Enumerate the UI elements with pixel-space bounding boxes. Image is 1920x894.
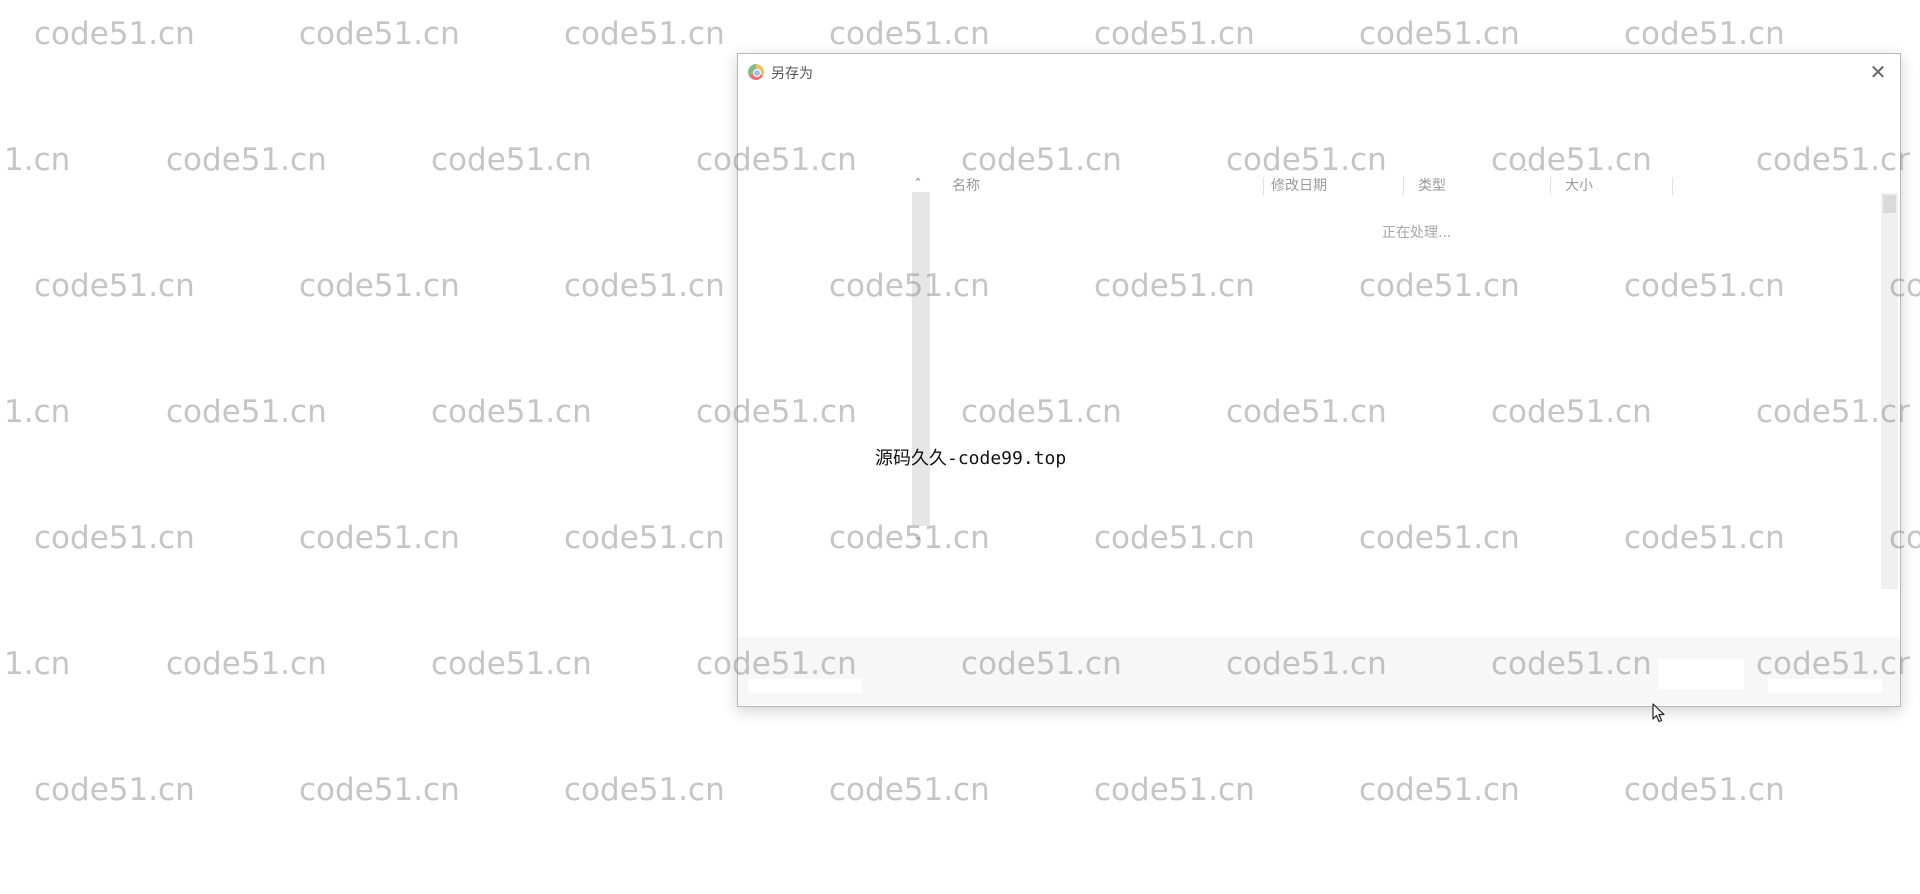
watermark: 1.cn [4,394,71,430]
watermark: code51.cn [829,16,990,52]
watermark: code51.cn [564,268,725,304]
watermark: code51.cn [34,520,195,556]
save-as-dialog: 另存为 ✕ ⌃ ⌄ 名称 ⌃ 修改日期 类型 大小 正在处理... [737,53,1901,707]
watermark: code51.cn [299,520,460,556]
watermark: code51.cn [34,16,195,52]
watermark: code51.cn [299,16,460,52]
column-divider[interactable] [1263,177,1264,195]
file-list-scrollbar[interactable] [1881,193,1898,589]
screen: 另存为 ✕ ⌃ ⌄ 名称 ⌃ 修改日期 类型 大小 正在处理... code51… [0,0,1920,894]
watermark: 1.cn [4,646,71,682]
watermark: code51.cn [564,520,725,556]
watermark: code51.cn [166,646,327,682]
watermark: code51.cn [564,16,725,52]
column-header-name[interactable]: 名称 [952,175,980,197]
scroll-up-icon[interactable]: ⌃ [910,176,926,190]
file-list-header: 名称 ⌃ 修改日期 类型 大小 [952,168,1673,197]
watermark: code51.cn [166,394,327,430]
watermark: code51.cn [166,142,327,178]
column-divider[interactable] [1550,177,1551,195]
watermark: code51.cn [299,772,460,808]
watermark: code51.cn [1094,16,1255,52]
watermark: code51.cn [1359,16,1520,52]
scrollbar-thumb[interactable] [912,192,930,526]
sort-chevron-icon: ⌃ [1521,168,1530,179]
dialog-footer [738,637,1900,705]
watermark: code51.cn [829,772,990,808]
chrome-icon [748,64,764,80]
scrollbar-thumb[interactable] [1883,195,1896,213]
dialog-title: 另存为 [771,66,813,82]
scroll-down-icon[interactable]: ⌄ [910,530,926,544]
watermark: code51.cn [1094,772,1255,808]
hide-folders-toggle[interactable] [748,679,862,693]
watermark: code51.cn [1624,16,1785,52]
watermark: code51.cn [1624,772,1785,808]
dialog-titlebar[interactable]: 另存为 ✕ [738,54,1900,90]
column-header-size[interactable]: 大小 [1565,175,1593,197]
watermark: code51.cn [299,268,460,304]
close-button[interactable]: ✕ [1864,58,1892,86]
loading-status: 正在处理... [1382,225,1452,241]
overlay-caption: 源码久久-code99.top [875,448,1067,469]
nav-pane-scrollbar[interactable]: ⌃ ⌄ [910,176,930,556]
watermark: code51.cn [564,772,725,808]
watermark: code51.cn [34,268,195,304]
column-header-modified[interactable]: 修改日期 [1271,175,1327,197]
watermark: code51.cn [431,394,592,430]
watermark: 1.cn [4,142,71,178]
mouse-pointer-icon [1652,703,1665,723]
watermark: code51.cn [431,142,592,178]
watermark: code51.cn [1359,772,1520,808]
column-divider[interactable] [1672,177,1673,195]
watermark: code51.cn [34,772,195,808]
cancel-button[interactable] [1768,679,1882,693]
save-button[interactable] [1658,659,1744,689]
watermark: code51.cn [431,646,592,682]
column-divider[interactable] [1403,177,1404,195]
column-header-type[interactable]: 类型 [1418,175,1446,197]
